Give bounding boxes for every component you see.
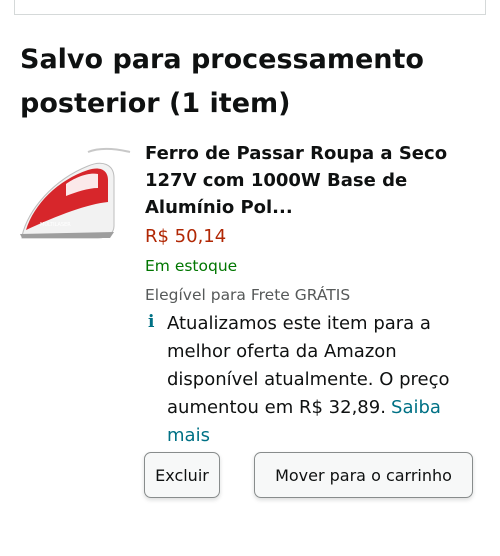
previous-section-border — [14, 0, 486, 15]
free-shipping-eligibility: Elegível para Frete GRÁTIS — [145, 286, 351, 304]
brand-logo: MULTILASER — [40, 222, 71, 228]
info-icon: i — [148, 312, 155, 332]
product-price: R$ 50,14 — [145, 226, 227, 247]
stock-status: Em estoque — [145, 257, 238, 275]
item-details: Ferro de Passar Roupa a Seco 127V com 10… — [145, 140, 480, 450]
move-to-cart-button[interactable]: Mover para o carrinho — [254, 452, 473, 498]
steam-iron-product-image: MULTILASER — [20, 148, 131, 239]
product-title-link[interactable]: Ferro de Passar Roupa a Seco 127V com 10… — [145, 140, 480, 221]
product-image[interactable]: MULTILASER — [18, 140, 136, 250]
saved-for-later-heading: Salvo para processamento posterior (1 it… — [20, 44, 424, 119]
price-update-notice: i Atualizamos este item para a melhor of… — [145, 310, 480, 450]
delete-button[interactable]: Excluir — [144, 452, 220, 498]
